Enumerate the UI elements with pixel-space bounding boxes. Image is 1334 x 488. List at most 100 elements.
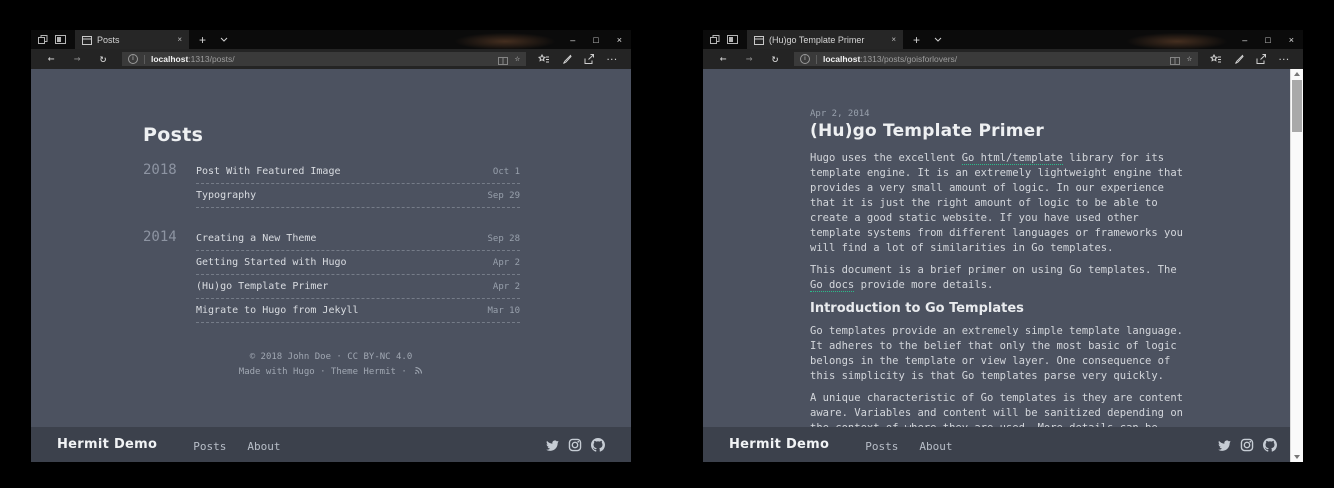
scroll-down-icon[interactable] xyxy=(1291,452,1303,462)
inline-link[interactable]: Go docs xyxy=(810,279,854,292)
refresh-button[interactable]: ↻ xyxy=(91,49,115,69)
brand-link[interactable]: Hermit Demo xyxy=(57,437,157,452)
minimize-button[interactable]: – xyxy=(561,35,584,45)
github-icon[interactable] xyxy=(591,438,605,452)
page-favicon xyxy=(754,30,764,49)
info-icon[interactable]: i xyxy=(800,54,810,64)
back-button[interactable]: ← xyxy=(711,49,735,69)
address-bar[interactable]: i localhost:1313/posts/goisforlovers/ ☆ xyxy=(794,52,1198,66)
post-date: Sep 29 xyxy=(487,191,520,201)
settings-more-icon[interactable]: ··· xyxy=(1274,55,1295,64)
posts-page: Posts 2018Post With Featured Image Oct 1 T… xyxy=(31,69,631,381)
forward-button[interactable]: → xyxy=(65,49,89,69)
url-text[interactable]: localhost:1313/posts/ xyxy=(151,54,492,64)
instagram-icon[interactable] xyxy=(1240,438,1254,452)
twitter-icon[interactable] xyxy=(545,438,559,452)
close-button[interactable]: × xyxy=(1280,35,1303,45)
tab-bar: Posts × + – □ × xyxy=(31,30,631,49)
article-body: Hugo uses the excellent Go html/template… xyxy=(810,151,1190,462)
back-button[interactable]: ← xyxy=(39,49,63,69)
post-row: Typography Sep 29 xyxy=(196,184,520,208)
inline-link[interactable]: Go html/template xyxy=(962,152,1063,165)
instagram-icon[interactable] xyxy=(568,438,582,452)
browser-tab[interactable]: Posts × xyxy=(75,30,189,49)
post-link[interactable]: Post With Featured Image xyxy=(196,166,341,177)
post-link[interactable]: Typography xyxy=(196,190,256,201)
minimize-button[interactable]: – xyxy=(1233,35,1256,45)
post-link[interactable]: (Hu)go Template Primer xyxy=(196,281,328,292)
tab-chevron-icon[interactable] xyxy=(215,37,233,42)
tabs-preview-icon[interactable] xyxy=(55,35,66,44)
post-link[interactable]: Migrate to Hugo from Jekyll xyxy=(196,305,359,316)
github-icon[interactable] xyxy=(1263,438,1277,452)
nav-link-about[interactable]: About xyxy=(247,440,280,453)
text-segment: This document is a brief primer on using… xyxy=(810,264,1177,276)
set-tabs-aside-icon[interactable] xyxy=(710,35,720,45)
reading-view-icon[interactable] xyxy=(1170,50,1180,69)
forward-button[interactable]: → xyxy=(737,49,761,69)
nav-link-posts[interactable]: Posts xyxy=(865,440,898,453)
social-icons xyxy=(545,438,605,452)
tab-chevron-icon[interactable] xyxy=(929,37,947,42)
twitter-icon[interactable] xyxy=(1217,438,1231,452)
tab-close-icon[interactable]: × xyxy=(177,35,182,44)
set-tabs-aside-icon[interactable] xyxy=(38,35,48,45)
share-icon[interactable] xyxy=(579,54,600,64)
browser-window-article: (Hu)go Template Primer × + – □ × ← → ↻ i… xyxy=(703,30,1303,462)
new-tab-button[interactable]: + xyxy=(189,33,215,47)
tab-close-icon[interactable]: × xyxy=(891,35,896,44)
post-link[interactable]: Creating a New Theme xyxy=(196,233,316,244)
scroll-up-icon[interactable] xyxy=(1291,69,1303,79)
post-rows: Post With Featured Image Oct 1 Typography S… xyxy=(196,160,520,208)
rss-icon[interactable] xyxy=(414,366,423,381)
post-row: Migrate to Hugo from Jekyll Mar 10 xyxy=(196,299,520,323)
section-heading: Introduction to Go Templates xyxy=(810,301,1190,316)
info-icon[interactable]: i xyxy=(128,54,138,64)
post-date: Mar 10 xyxy=(487,306,520,316)
site-footer: © 2018 John Doe · CC BY-NC 4.0 Made with… xyxy=(31,350,631,381)
bottom-nav: Hermit Demo Posts About xyxy=(31,427,631,462)
text-segment: provide more details. xyxy=(854,279,993,291)
posts-list: 2018Post With Featured Image Oct 1 Typogra… xyxy=(31,160,631,323)
page-title: Posts xyxy=(143,124,631,146)
post-group: 2014Creating a New ThemeSep 28Getting St… xyxy=(143,227,520,323)
nav-links: Posts About xyxy=(193,435,301,454)
year-label: 2018 xyxy=(143,160,196,208)
tabs-preview-icon[interactable] xyxy=(727,35,738,44)
browser-toolbar: ← → ↻ i localhost:1313/posts/ ☆ ··· xyxy=(31,49,631,69)
nav-link-posts[interactable]: Posts xyxy=(193,440,226,453)
post-date: Apr 2 xyxy=(493,258,520,268)
settings-more-icon[interactable]: ··· xyxy=(602,55,623,64)
post-group: 2018Post With Featured Image Oct 1 Typogra… xyxy=(143,160,520,208)
reading-view-icon[interactable] xyxy=(498,50,508,69)
web-note-pen-icon[interactable] xyxy=(1229,54,1249,64)
share-icon[interactable] xyxy=(1251,54,1272,64)
maximize-button[interactable]: □ xyxy=(584,35,607,45)
post-date: Oct 1 xyxy=(493,167,520,177)
article-title: (Hu)go Template Primer xyxy=(810,121,1190,141)
new-tab-button[interactable]: + xyxy=(903,33,929,47)
url-text[interactable]: localhost:1313/posts/goisforlovers/ xyxy=(823,54,1164,64)
post-row: Creating a New ThemeSep 28 xyxy=(196,227,520,251)
vertical-scrollbar[interactable] xyxy=(1290,69,1303,462)
web-note-pen-icon[interactable] xyxy=(557,54,577,64)
scrollbar-thumb[interactable] xyxy=(1292,80,1302,132)
hub-icon[interactable] xyxy=(1205,54,1227,64)
tab-title: Posts xyxy=(97,35,172,45)
post-row: Post With Featured Image Oct 1 xyxy=(196,160,520,184)
copyright-line: © 2018 John Doe · CC BY-NC 4.0 xyxy=(31,350,631,365)
nav-link-about[interactable]: About xyxy=(919,440,952,453)
post-rows: Creating a New ThemeSep 28Getting Starte… xyxy=(196,227,520,323)
post-row: Getting Started with Hugo Apr 2 xyxy=(196,251,520,275)
post-link[interactable]: Getting Started with Hugo xyxy=(196,257,347,268)
browser-tab[interactable]: (Hu)go Template Primer × xyxy=(747,30,903,49)
brand-link[interactable]: Hermit Demo xyxy=(729,437,829,452)
favorite-star-icon[interactable]: ☆ xyxy=(515,54,520,64)
refresh-button[interactable]: ↻ xyxy=(763,49,787,69)
favorite-star-icon[interactable]: ☆ xyxy=(1187,54,1192,64)
address-bar[interactable]: i localhost:1313/posts/ ☆ xyxy=(122,52,526,66)
maximize-button[interactable]: □ xyxy=(1256,35,1279,45)
browser-window-posts: Posts × + – □ × ← → ↻ i localhost:1313/p… xyxy=(31,30,631,462)
close-button[interactable]: × xyxy=(608,35,631,45)
hub-icon[interactable] xyxy=(533,54,555,64)
